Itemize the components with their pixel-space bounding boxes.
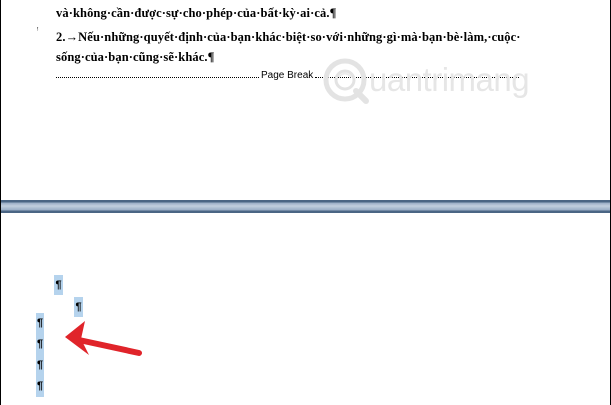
watermark-text: uantrimang: [369, 61, 530, 98]
selected-paragraph-mark[interactable]: ¶: [36, 355, 44, 376]
selected-paragraph-mark[interactable]: ¶: [54, 275, 63, 295]
document-line[interactable]: và·không·cần·được·sự·cho·phép·của·bất·kỳ…: [56, 6, 336, 21]
word-document-window: và·không·cần·được·sự·cho·phép·của·bất·kỳ…: [0, 0, 611, 405]
selected-paragraph-mark[interactable]: ¶: [36, 376, 44, 397]
page-break-dotted-line-left: [56, 77, 259, 78]
selected-paragraph-mark[interactable]: ¶: [36, 334, 44, 355]
document-line[interactable]: 2.→Nếu·những·quyết·định·của·bạn·khác·biệ…: [56, 30, 521, 45]
page-break-label: Page Break: [261, 70, 314, 81]
document-page-1[interactable]: và·không·cần·được·sự·cho·phép·của·bất·kỳ…: [1, 0, 610, 200]
selected-paragraph-mark[interactable]: ¶: [36, 313, 44, 334]
watermark-logo-icon: [323, 58, 369, 104]
document-line[interactable]: sống·của·bạn·cũng·sẽ·khác.¶: [56, 50, 214, 65]
paragraph-margin-marker: ᵎ: [37, 24, 39, 34]
document-page-2[interactable]: ¶ ¶ ¶ ¶ ¶ ¶: [1, 213, 610, 405]
page-separator-gap: [1, 200, 610, 213]
red-arrow-icon: [65, 321, 142, 356]
quantrimang-watermark: uantrimang: [323, 55, 553, 105]
selected-paragraph-marks-column[interactable]: ¶ ¶ ¶ ¶: [36, 313, 44, 397]
